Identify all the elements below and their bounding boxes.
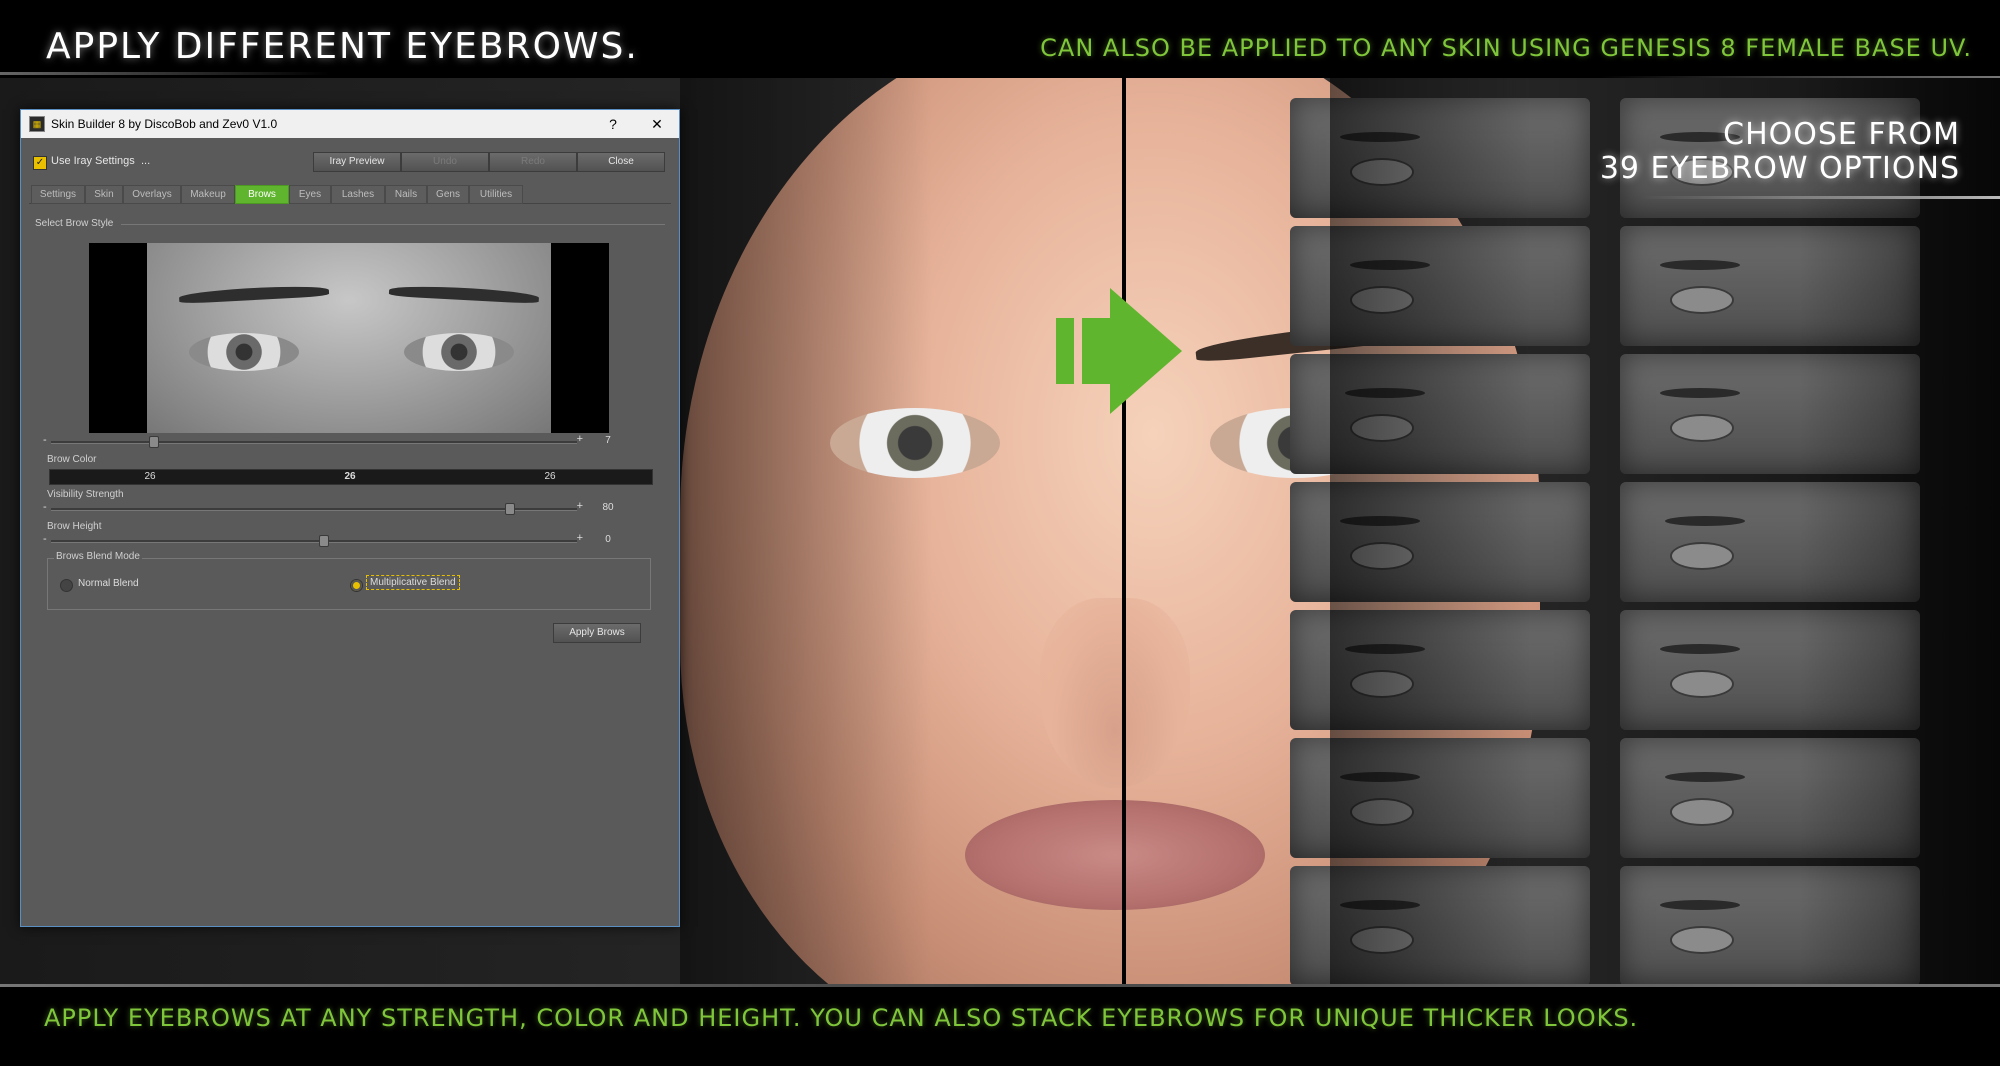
slider-plus[interactable]: + [577, 433, 583, 445]
brow-style-value: 7 [605, 435, 611, 446]
visibility-slider[interactable]: - + 80 [43, 500, 623, 515]
brow-color-label: Brow Color [47, 454, 97, 465]
brow-color-g[interactable]: 26 [330, 470, 370, 484]
brow-color-field[interactable]: 26 26 26 [49, 469, 653, 485]
slider-plus[interactable]: + [577, 500, 583, 512]
brow-style-slider[interactable]: - + 7 [43, 433, 623, 448]
bottom-rule [0, 984, 2000, 987]
bottom-caption: Apply eyebrows at any strength, color an… [44, 1004, 1639, 1032]
multiplicative-blend-label[interactable]: Multiplicative Blend [366, 575, 460, 590]
tab-bar: Settings Skin Overlays Makeup Brows Eyes… [29, 185, 671, 204]
left-eye [830, 408, 1000, 478]
grid-fade [1330, 78, 2000, 986]
tab-skin[interactable]: Skin [85, 185, 123, 204]
brow-height-slider[interactable]: - + 0 [43, 532, 623, 547]
redo-button[interactable]: Redo [489, 152, 577, 172]
choose-line-1: Choose from [1723, 117, 1960, 152]
slider-knob[interactable] [319, 535, 329, 547]
visibility-value: 80 [602, 502, 614, 513]
title-bar[interactable]: ▦ Skin Builder 8 by DiscoBob and Zev0 V1… [21, 110, 679, 138]
slider-track[interactable] [51, 441, 577, 444]
iray-ellipsis: ... [141, 155, 151, 167]
brow-height-label: Brow Height [47, 521, 102, 532]
headline: Apply different eyebrows. [46, 26, 639, 67]
slider-plus[interactable]: + [577, 532, 583, 544]
before-after-divider [1122, 78, 1126, 986]
brow-color-b[interactable]: 26 [530, 470, 570, 484]
brow-color-r[interactable]: 26 [130, 470, 170, 484]
blend-mode-group: Brows Blend Mode Normal Blend Multiplica… [47, 551, 651, 610]
close-window-button[interactable]: ✕ [635, 110, 679, 138]
arrow-right-icon [1056, 288, 1182, 414]
slider-track[interactable] [51, 540, 577, 543]
brow-style-preview[interactable] [89, 243, 609, 433]
lips [965, 800, 1265, 910]
slider-knob[interactable] [149, 436, 159, 448]
preview-eye-left [189, 333, 299, 371]
use-iray-checkbox[interactable]: ✓ [33, 156, 47, 170]
normal-blend-label[interactable]: Normal Blend [78, 578, 139, 589]
iray-preview-button[interactable]: Iray Preview [313, 152, 401, 172]
choose-options-text: Choose from 39 eyebrow options [1600, 118, 1960, 186]
help-button[interactable]: ? [591, 110, 635, 138]
tab-settings[interactable]: Settings [31, 185, 85, 204]
brow-height-value: 0 [605, 534, 611, 545]
tab-utilities[interactable]: Utilities [469, 185, 523, 204]
slider-minus[interactable]: - [43, 434, 47, 446]
choose-rule [1640, 196, 2000, 199]
slider-minus[interactable]: - [43, 501, 47, 513]
top-controls: ✓ Use Iray Settings ... Iray Preview Und… [29, 152, 669, 174]
nose [1040, 598, 1190, 788]
normal-blend-radio[interactable] [60, 579, 73, 592]
multiplicative-blend-radio[interactable] [350, 579, 363, 592]
use-iray-label: Use Iray Settings [51, 155, 135, 167]
select-brow-style-label: Select Brow Style [35, 218, 114, 229]
close-button[interactable]: Close [577, 152, 665, 172]
tab-makeup[interactable]: Makeup [181, 185, 235, 204]
tab-lashes[interactable]: Lashes [331, 185, 385, 204]
uv-compat-text: Can also be applied to any skin using Ge… [1040, 34, 1972, 62]
tab-nails[interactable]: Nails [385, 185, 427, 204]
blend-mode-label: Brows Blend Mode [54, 551, 142, 562]
tab-gens[interactable]: Gens [427, 185, 469, 204]
preview-eye-right [404, 333, 514, 371]
group-rule [121, 224, 665, 225]
tab-overlays[interactable]: Overlays [123, 185, 181, 204]
tab-eyes[interactable]: Eyes [289, 185, 331, 204]
choose-line-2: 39 eyebrow options [1599, 151, 1960, 186]
apply-brows-button[interactable]: Apply Brows [553, 623, 641, 643]
undo-button[interactable]: Undo [401, 152, 489, 172]
slider-minus[interactable]: - [43, 533, 47, 545]
visibility-label: Visibility Strength [47, 489, 124, 500]
tab-brows[interactable]: Brows [235, 185, 289, 204]
slider-knob[interactable] [505, 503, 515, 515]
top-rule-left [0, 72, 330, 75]
window-title: Skin Builder 8 by DiscoBob and Zev0 V1.0 [51, 117, 278, 131]
slider-track[interactable] [51, 508, 577, 511]
app-icon: ▦ [29, 116, 45, 132]
skin-builder-dialog: ▦ Skin Builder 8 by DiscoBob and Zev0 V1… [20, 109, 680, 927]
